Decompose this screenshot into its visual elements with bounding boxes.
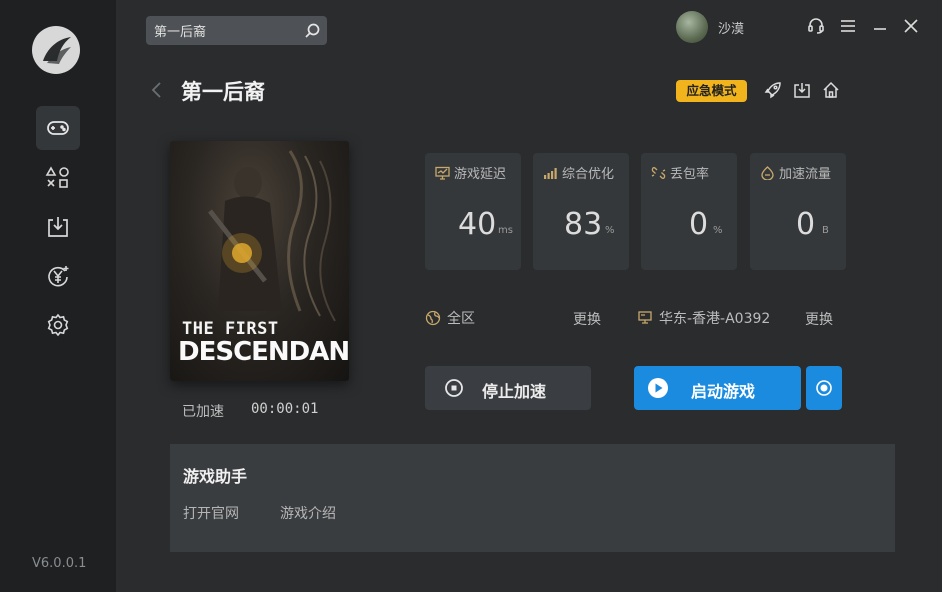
launch-options-button[interactable] — [806, 366, 842, 410]
launch-game-label: 启动游戏 — [691, 382, 756, 401]
node-selector: 华东-香港-A0392 — [637, 308, 770, 328]
stat-unit: % — [713, 225, 723, 236]
search-input[interactable] — [154, 21, 302, 40]
search-icon[interactable] — [304, 22, 321, 39]
target-icon — [816, 380, 832, 396]
assistant-title: 游戏助手 — [183, 467, 248, 486]
sidebar-item-downloads[interactable] — [36, 205, 80, 249]
stat-value: 40 — [458, 207, 497, 242]
stat-value: 0 — [689, 207, 709, 242]
node-label: 华东-香港-A0392 — [659, 311, 771, 327]
support-button[interactable] — [806, 16, 826, 36]
stat-label: 加速流量 — [779, 167, 832, 182]
stat-value: 83 — [564, 207, 603, 242]
play-icon — [648, 378, 668, 398]
flow-icon — [761, 165, 774, 180]
sidebar-item-games[interactable] — [36, 106, 80, 150]
minimize-icon — [874, 28, 886, 30]
zone-label: 全区 — [447, 311, 475, 327]
version-label: V6.0.0.1 — [32, 556, 87, 571]
rocket-icon — [764, 82, 781, 99]
server-icon — [638, 311, 652, 324]
stat-label: 游戏延迟 — [454, 167, 507, 182]
stat-label: 综合优化 — [562, 167, 615, 182]
zone-change-link[interactable]: 更换 — [573, 309, 601, 329]
game-cover: THE FIRST DESCENDANT — [170, 141, 349, 381]
stat-card-traffic: 加速流量 0 B — [750, 153, 846, 270]
gear-icon — [47, 313, 69, 337]
back-button[interactable] — [148, 80, 166, 104]
zone-selector: 全区 — [425, 308, 475, 328]
menu-button[interactable] — [838, 16, 858, 36]
stat-card-optimization: 综合优化 83 % — [533, 153, 629, 270]
gamepad-icon — [47, 121, 69, 135]
stop-acceleration-button[interactable]: 停止加速 — [425, 366, 591, 410]
desktop-download-button[interactable] — [792, 80, 812, 100]
globe-icon — [425, 310, 441, 326]
accelerated-timer: 00:00:01 — [251, 401, 319, 417]
stat-label: 丢包率 — [670, 167, 710, 182]
accelerated-label: 已加速 — [182, 404, 224, 420]
app-logo — [32, 26, 80, 74]
launch-game-button[interactable]: 启动游戏 — [634, 366, 801, 410]
sidebar: V6.0.0.1 — [0, 0, 116, 592]
close-button[interactable] — [901, 16, 921, 36]
menu-icon — [841, 20, 855, 32]
emergency-mode-button[interactable]: 应急模式 — [676, 80, 747, 102]
stat-unit: % — [605, 225, 615, 236]
game-intro-link[interactable]: 游戏介绍 — [280, 503, 336, 523]
monitor-icon — [435, 166, 450, 180]
apps-icon — [45, 166, 69, 188]
cover-title-line1: THE FIRST — [182, 319, 279, 339]
broken-link-icon — [651, 166, 666, 179]
page-title: 第一后裔 — [181, 80, 265, 104]
avatar[interactable] — [676, 11, 708, 43]
search-box[interactable] — [146, 16, 327, 45]
stop-acceleration-label: 停止加速 — [482, 382, 547, 401]
stat-value: 0 — [796, 207, 816, 242]
signal-bars-icon — [544, 167, 557, 179]
open-official-site-link[interactable]: 打开官网 — [183, 503, 239, 523]
sidebar-item-settings[interactable] — [36, 303, 80, 347]
home-icon — [823, 81, 839, 98]
sidebar-item-apps[interactable] — [36, 156, 80, 200]
stat-card-latency: 游戏延迟 40 ms — [425, 153, 521, 270]
sidebar-item-wallet[interactable] — [36, 254, 80, 298]
game-assistant-panel: 游戏助手 打开官网 游戏介绍 — [170, 444, 895, 552]
minimize-button[interactable] — [870, 16, 890, 36]
close-icon — [904, 19, 918, 33]
node-change-link[interactable]: 更换 — [805, 309, 833, 329]
chevron-left-icon — [151, 82, 161, 98]
stop-icon — [445, 379, 463, 397]
headset-icon — [808, 18, 824, 34]
cover-title-line2: DESCENDANT — [178, 337, 349, 367]
rocket-button[interactable] — [763, 80, 783, 100]
home-button[interactable] — [821, 80, 841, 100]
download-icon — [48, 217, 68, 237]
stat-unit: ms — [498, 225, 513, 236]
yen-coin-icon — [48, 266, 69, 287]
username[interactable]: 沙漠 — [718, 18, 744, 37]
download-icon — [794, 83, 810, 98]
stat-unit: B — [822, 225, 829, 236]
stat-card-packet-loss: 丢包率 0 % — [641, 153, 737, 270]
